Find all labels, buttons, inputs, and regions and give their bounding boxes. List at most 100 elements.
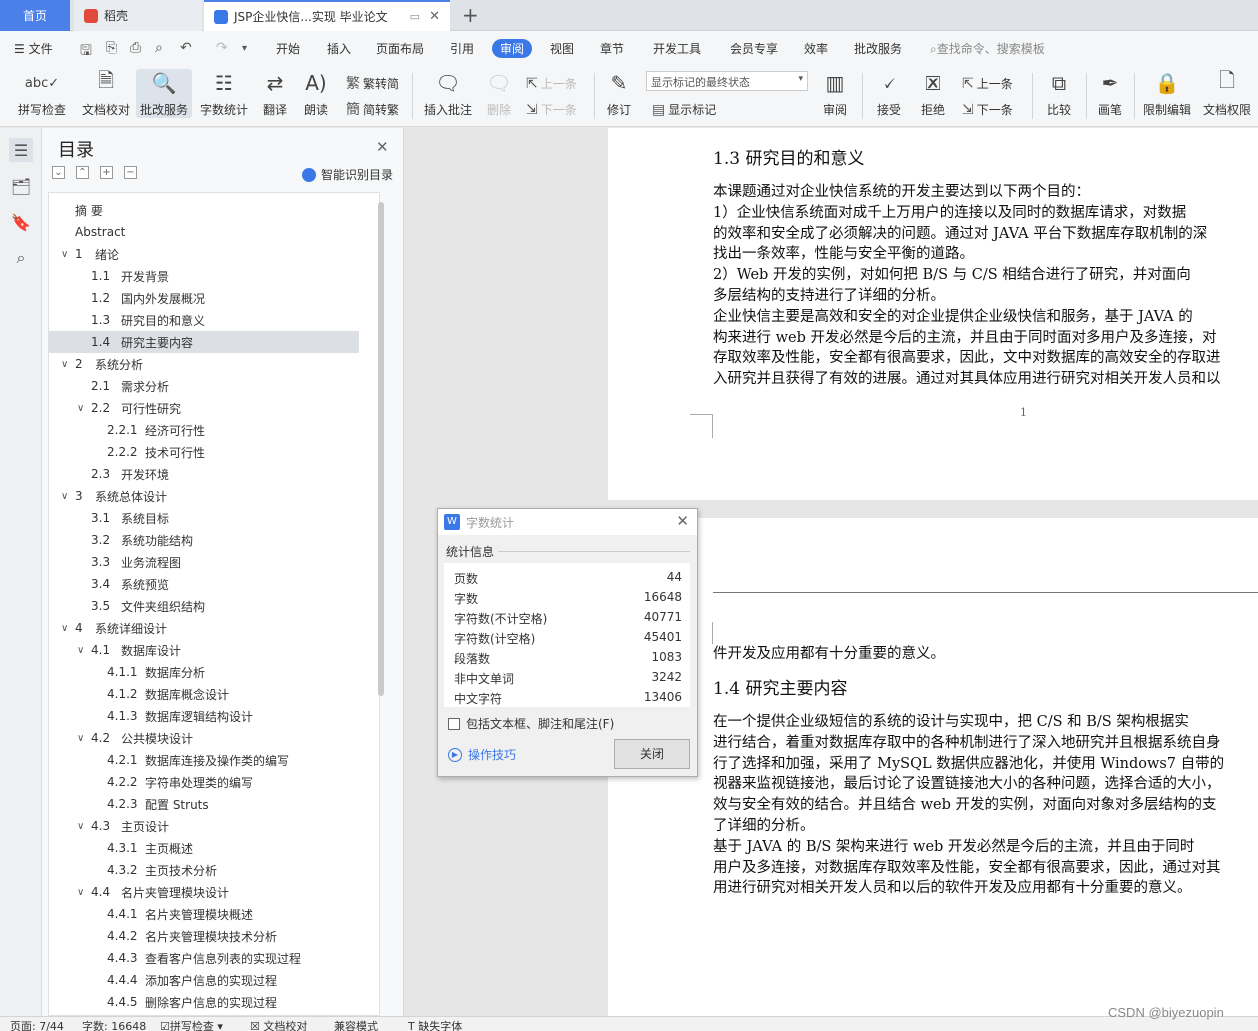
search-icon[interactable]: ⌕	[9, 246, 33, 270]
menu-devtools[interactable]: 开发工具	[653, 40, 701, 57]
chevron-down-icon[interactable]: ∨	[77, 645, 84, 656]
toc-item[interactable]: 4.4.2 名片夹管理模块技术分析	[49, 925, 379, 947]
toc-item[interactable]: 3.1 系统目标	[49, 507, 379, 529]
chevron-down-icon[interactable]: ∨	[77, 821, 84, 832]
include-textbox-checkbox[interactable]: 包括文本框、脚注和尾注(F)	[448, 715, 614, 732]
toc-item[interactable]: 4.4.5 删除客户信息的实现过程	[49, 991, 379, 1013]
spellcheck-status[interactable]: ☑拼写检查 ▾	[160, 1018, 223, 1031]
missing-font-status[interactable]: T 缺失字体	[408, 1018, 462, 1031]
window-restore-icon[interactable]: ▭	[410, 10, 420, 23]
toc-item[interactable]: 2.2.2 技术可行性	[49, 441, 379, 463]
redo-icon[interactable]: ↷	[216, 40, 228, 56]
review-pane-button[interactable]: ▥ 审阅	[816, 69, 854, 118]
bookmark-icon[interactable]: 🔖	[9, 210, 33, 234]
quick-access-dropdown-icon[interactable]: ▾	[242, 43, 247, 54]
reject-button[interactable]: 🗷 拒绝	[914, 69, 952, 118]
read-aloud-button[interactable]: A) 朗读	[298, 69, 334, 118]
menu-efficiency[interactable]: 效率	[804, 40, 828, 57]
insert-comment-button[interactable]: 🗨 插入批注	[420, 69, 476, 118]
toc-item[interactable]: 1.4 研究主要内容	[49, 331, 359, 353]
toc-item[interactable]: ∨ 4.3 主页设计	[49, 815, 379, 837]
toc-item[interactable]: 2.2.1 经济可行性	[49, 419, 379, 441]
next-comment-button[interactable]: ⇲ 下一条	[526, 101, 577, 118]
collapse-all-icon[interactable]: −	[124, 166, 137, 179]
pen-button[interactable]: ✒ 画笔	[1094, 69, 1126, 118]
toc-item[interactable]: ∨ 1 绪论	[49, 243, 379, 265]
prev-change-button[interactable]: ⇱ 上一条	[962, 75, 1013, 92]
toc-item[interactable]: 4.3.1 主页概述	[49, 837, 379, 859]
toc-item[interactable]: ∨ 4.4 名片夹管理模块设计	[49, 881, 379, 903]
menu-references[interactable]: 引用	[450, 40, 474, 57]
toc-item[interactable]: 1.2 国内外发展概况	[49, 287, 379, 309]
toc-item[interactable]: 4.2.1 数据库连接及操作类的编写	[49, 749, 379, 771]
tab-home[interactable]: 首页	[0, 0, 70, 31]
chevron-down-icon[interactable]: ∨	[61, 359, 68, 370]
close-icon[interactable]: ✕	[376, 138, 389, 156]
page-indicator[interactable]: 页面: 7/44	[10, 1018, 64, 1031]
toc-item[interactable]: 4.4.3 查看客户信息列表的实现过程	[49, 947, 379, 969]
toc-panel-icon[interactable]: ☰	[9, 138, 33, 162]
toc-item[interactable]: 3.3 业务流程图	[49, 551, 379, 573]
toc-item[interactable]: 2.3 开发环境	[49, 463, 379, 485]
accept-button[interactable]: 🗸 接受	[870, 69, 908, 118]
track-changes-button[interactable]: ✎ 修订	[600, 69, 638, 118]
toc-item[interactable]: ∨ 4.2 公共模块设计	[49, 727, 379, 749]
close-icon[interactable]: ✕	[676, 512, 689, 530]
collapse-level-icon[interactable]: ⌃	[76, 166, 89, 179]
toc-item[interactable]: ∨ 4.1 数据库设计	[49, 639, 379, 661]
spellcheck-button[interactable]: abc✓ 拼写检查	[10, 69, 74, 118]
file-menu[interactable]: ☰ 文件	[14, 40, 53, 57]
expand-level-icon[interactable]: ⌄	[52, 166, 65, 179]
doc-rights-button[interactable]: 🗋 文档权限	[1200, 68, 1254, 118]
trad-to-simp-button[interactable]: 繁繁转简	[346, 73, 399, 93]
menu-member[interactable]: 会员专享	[730, 40, 778, 57]
toc-item[interactable]: Abstract	[49, 221, 379, 243]
toc-item[interactable]: 4.1.1 数据库分析	[49, 661, 379, 683]
new-tab-button[interactable]: +	[462, 4, 479, 26]
simp-to-trad-button[interactable]: 簡简转繁	[346, 99, 399, 119]
close-tab-icon[interactable]: ✕	[429, 9, 440, 24]
chevron-down-icon[interactable]: ∨	[77, 887, 84, 898]
chevron-down-icon[interactable]: ∨	[61, 491, 68, 502]
toc-item[interactable]: 3.4 系统预览	[49, 573, 379, 595]
menu-start[interactable]: 开始	[276, 40, 300, 57]
chapter-nav-icon[interactable]: 🗂	[9, 174, 33, 198]
print-preview-icon[interactable]: ⌕	[155, 40, 163, 56]
undo-icon[interactable]: ↶	[180, 40, 192, 56]
chevron-down-icon[interactable]: ∨	[77, 733, 84, 744]
close-button[interactable]: 关闭	[614, 739, 690, 769]
print-icon[interactable]: ⎙	[130, 40, 141, 56]
toc-item[interactable]: ∨ 3 系统总体设计	[49, 485, 379, 507]
toc-scrollbar[interactable]	[378, 202, 384, 696]
toc-item[interactable]: 1.3 研究目的和意义	[49, 309, 379, 331]
chevron-down-icon[interactable]: ∨	[61, 249, 68, 260]
toc-item[interactable]: 3.2 系统功能结构	[49, 529, 379, 551]
doc-check-status[interactable]: ☒ 文档校对	[250, 1018, 307, 1031]
doc-check-button[interactable]: 🗎 文档校对	[80, 68, 132, 118]
toc-item[interactable]: 4.3.2 主页技术分析	[49, 859, 379, 881]
save-icon[interactable]: 🖫	[80, 40, 92, 64]
menu-layout[interactable]: 页面布局	[376, 40, 424, 57]
toc-item[interactable]: ∨ 4 系统详细设计	[49, 617, 379, 639]
export-pdf-icon[interactable]: ⎘	[106, 40, 117, 56]
toc-item[interactable]: 4.2.3 配置 Struts	[49, 793, 379, 815]
command-search[interactable]: ⌕查找命令、搜索模板	[930, 40, 1045, 57]
tab-document[interactable]: JSP企业快信...实现 毕业论文 ▭ ✕	[204, 0, 450, 31]
chevron-down-icon[interactable]: ∨	[77, 403, 84, 414]
toc-item[interactable]: ∨ 2.2 可行性研究	[49, 397, 379, 419]
compare-button[interactable]: ⧉ 比较	[1040, 69, 1078, 118]
toc-item[interactable]: 1.1 开发背景	[49, 265, 379, 287]
tips-link[interactable]: ▶ 操作技巧	[448, 746, 516, 763]
menu-review[interactable]: 审阅	[492, 39, 533, 58]
toc-item[interactable]: 4.1.2 数据库概念设计	[49, 683, 379, 705]
tab-daoke[interactable]: 稻壳	[74, 0, 202, 31]
toc-item[interactable]: 4.1.3 数据库逻辑结构设计	[49, 705, 379, 727]
next-change-button[interactable]: ⇲ 下一条	[962, 101, 1013, 118]
revise-service-button[interactable]: 🔍 批改服务	[136, 69, 192, 118]
toc-item[interactable]: 4.2.2 字符串处理类的编写	[49, 771, 379, 793]
toc-item[interactable]: ∨ 2 系统分析	[49, 353, 379, 375]
toc-item[interactable]: 摘 要	[49, 199, 379, 221]
translate-button[interactable]: ⇄ 翻译	[256, 69, 294, 118]
smart-toc-button[interactable]: 智能识别目录	[302, 166, 393, 183]
restrict-edit-button[interactable]: 🔒 限制编辑	[1140, 69, 1194, 118]
